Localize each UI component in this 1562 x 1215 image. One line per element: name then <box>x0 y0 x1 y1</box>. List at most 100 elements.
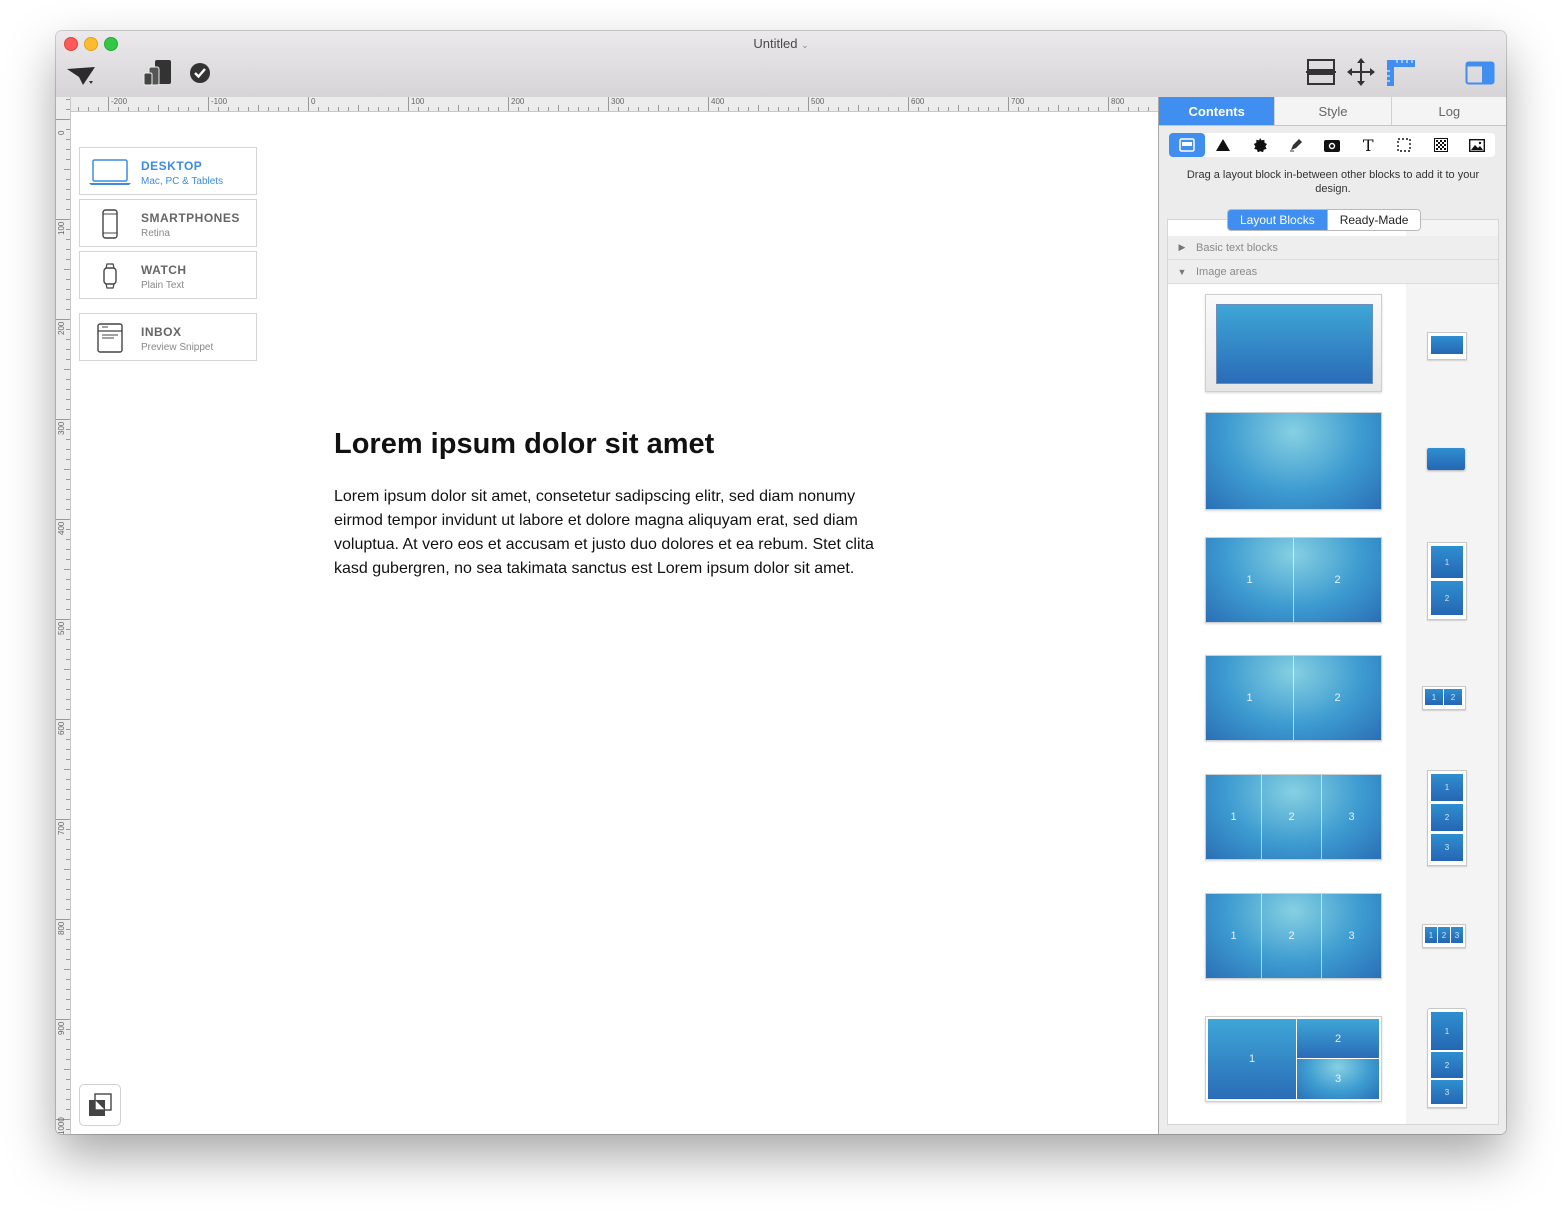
mobile-image-cell <box>1431 336 1463 354</box>
ruler-label: -100 <box>211 97 228 106</box>
triangle-icon[interactable] <box>1205 133 1241 157</box>
image-cell: 1 <box>1208 1019 1296 1099</box>
selection-icon[interactable] <box>1386 133 1422 157</box>
ruler-label: 100 <box>57 221 66 235</box>
ruler-label: 1000 <box>57 1117 66 1134</box>
disclosure-right-icon: ▶ <box>1178 242 1186 252</box>
layout-icon[interactable] <box>1304 57 1338 87</box>
block-image-two-columns-inline[interactable]: 1 2 <box>1205 655 1382 741</box>
mobile-image-cell: 2 <box>1438 927 1450 943</box>
image-cell: 2 <box>1334 692 1341 704</box>
text-icon[interactable]: T <box>1350 133 1386 157</box>
badge-icon[interactable] <box>1241 133 1277 157</box>
devices-icon[interactable] <box>142 57 178 89</box>
device-title: DESKTOP <box>141 159 203 173</box>
pattern-icon[interactable] <box>1423 133 1459 157</box>
device-desktop[interactable]: DESKTOP Mac, PC & Tablets <box>79 147 257 195</box>
group-label: Basic text blocks <box>1196 241 1278 254</box>
design-canvas[interactable]: DESKTOP Mac, PC & Tablets SMARTPHONES Re… <box>71 112 1158 1134</box>
drag-hint: Drag a layout block in-between other blo… <box>1186 169 1480 195</box>
block-image-one-plus-two[interactable]: 1 2 3 <box>1205 1016 1382 1102</box>
move-icon[interactable] <box>1344 57 1378 87</box>
vertical-ruler[interactable]: 0 100 200 300 400 500 600 700 800 900 1000 <box>56 97 71 1134</box>
inspector-tabs: Contents Style Log <box>1159 97 1506 126</box>
ruler-label: 0 <box>57 130 66 135</box>
device-title: INBOX <box>141 325 182 339</box>
window-title[interactable]: Untitled ⌄ <box>56 36 1506 51</box>
image-cell: 3 <box>1348 930 1355 942</box>
group-label: Image areas <box>1196 265 1258 278</box>
group-image-areas[interactable]: ▼ Image areas <box>1168 260 1498 284</box>
mobile-block-image-three-stacked[interactable]: 1 2 3 <box>1427 770 1467 866</box>
device-subtitle: Retina <box>141 228 170 239</box>
block-library: ▶ Basic text blocks ▼ Image areas 1 2 1 2 <box>1167 219 1499 1125</box>
document-heading[interactable]: Lorem ipsum dolor sit amet <box>334 428 714 461</box>
ruler-label: 200 <box>511 97 525 106</box>
mobile-image-cell: 2 <box>1431 804 1463 831</box>
image-cell: 2 <box>1334 574 1341 586</box>
tab-style[interactable]: Style <box>1275 97 1392 125</box>
group-basic-text-blocks[interactable]: ▶ Basic text blocks <box>1168 236 1498 260</box>
layers-icon <box>89 1093 112 1116</box>
ruler-label: 900 <box>57 1021 66 1035</box>
mobile-block-image-three-inline[interactable]: 1 2 3 <box>1422 924 1466 948</box>
device-smartphones[interactable]: SMARTPHONES Retina <box>79 199 257 247</box>
ruler-label: 0 <box>311 97 316 106</box>
check-circle-icon[interactable] <box>188 61 212 85</box>
ruler-icon[interactable] <box>1384 57 1418 89</box>
image-cell: 3 <box>1297 1059 1379 1099</box>
block-image-three-columns[interactable]: 1 2 3 <box>1205 774 1382 860</box>
mobile-block-image-one-plus-two[interactable]: 1 2 3 <box>1427 1008 1467 1108</box>
image-cell <box>1216 304 1373 384</box>
segment-layout-blocks[interactable]: Layout Blocks <box>1228 210 1327 230</box>
block-image-framed[interactable] <box>1205 294 1382 392</box>
image-cell: 1 <box>1206 775 1262 859</box>
ruler-label: 300 <box>57 421 66 435</box>
camera-icon[interactable] <box>1314 133 1350 157</box>
ruler-label: 700 <box>57 821 66 835</box>
smartphone-icon <box>88 208 132 240</box>
image-icon[interactable] <box>1459 133 1495 157</box>
device-watch[interactable]: WATCH Plain Text <box>79 251 257 299</box>
mobile-block-image-framed[interactable] <box>1427 332 1467 360</box>
tab-log[interactable]: Log <box>1391 97 1506 125</box>
library-segmented-control: Layout Blocks Ready-Made <box>1227 209 1422 231</box>
block-image-full[interactable] <box>1205 412 1382 510</box>
ruler-label: 500 <box>57 621 66 635</box>
ruler-label: 600 <box>911 97 925 106</box>
device-title: WATCH <box>141 263 187 277</box>
laptop-icon <box>88 156 132 188</box>
mobile-image-cell <box>1427 448 1465 470</box>
horizontal-ruler[interactable]: -200 -100 0 100 200 300 400 500 600 700 800 <box>70 97 1158 112</box>
ruler-label: 800 <box>1111 97 1125 106</box>
document-body-text[interactable]: Lorem ipsum dolor sit amet, consetetur s… <box>334 485 894 581</box>
device-inbox[interactable]: INBOX Preview Snippet <box>79 313 257 361</box>
ruler-label: 500 <box>811 97 825 106</box>
mobile-block-image-two-inline[interactable]: 1 2 <box>1422 686 1466 710</box>
layout-block-icon[interactable] <box>1169 133 1206 157</box>
send-icon[interactable] <box>64 63 100 89</box>
mobile-block-image-two-stacked[interactable]: 1 2 <box>1427 542 1467 620</box>
mobile-image-cell: 1 <box>1425 927 1437 943</box>
image-cell: 1 <box>1206 894 1262 978</box>
mobile-image-cell: 3 <box>1431 834 1463 861</box>
mobile-image-cell: 1 <box>1425 689 1443 705</box>
mobile-image-cell: 2 <box>1431 1052 1463 1078</box>
pen-icon[interactable] <box>1278 133 1314 157</box>
ruler-label: 800 <box>57 921 66 935</box>
device-subtitle: Plain Text <box>141 280 185 291</box>
mobile-image-cell: 1 <box>1431 774 1463 801</box>
vertical-ruler-ticks <box>56 99 70 1130</box>
segment-ready-made[interactable]: Ready-Made <box>1326 210 1421 230</box>
disclosure-down-icon: ▼ <box>1177 266 1187 277</box>
block-image-two-columns[interactable]: 1 2 <box>1205 537 1382 623</box>
ruler-label: 400 <box>711 97 725 106</box>
mobile-image-cell: 3 <box>1451 927 1463 943</box>
block-image-three-columns-inline[interactable]: 1 2 3 <box>1205 893 1382 979</box>
layers-button[interactable] <box>79 1084 121 1126</box>
device-title: SMARTPHONES <box>141 211 240 225</box>
mobile-image-cell: 2 <box>1444 689 1462 705</box>
tab-contents[interactable]: Contents <box>1159 97 1276 125</box>
mobile-block-image-full[interactable] <box>1427 448 1465 470</box>
sidebar-icon[interactable] <box>1464 59 1496 87</box>
